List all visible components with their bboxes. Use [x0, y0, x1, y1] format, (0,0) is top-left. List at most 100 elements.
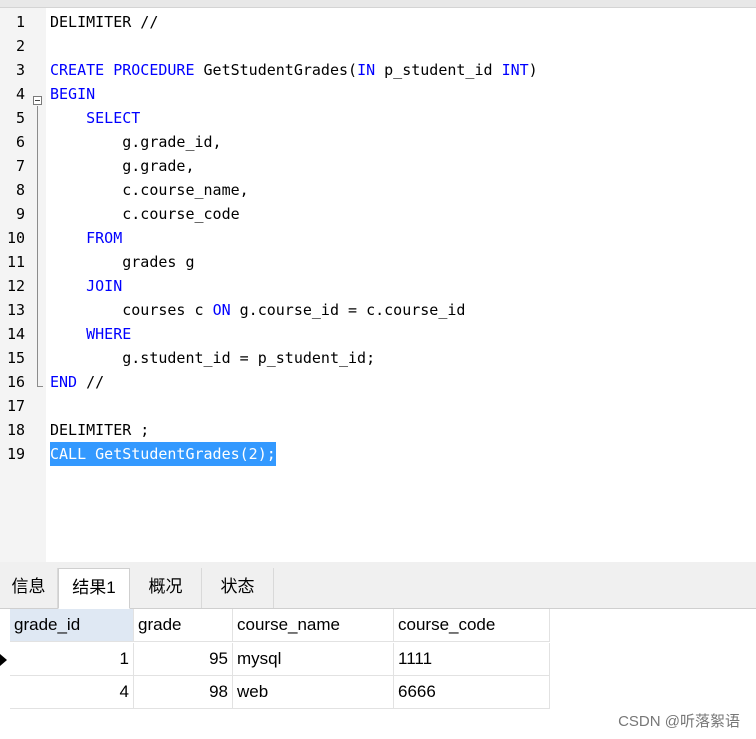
tab-profile[interactable]: 概况 — [130, 568, 202, 608]
code-line[interactable]: 5 SELECT — [0, 106, 756, 130]
line-number: 3 — [15, 61, 25, 79]
code-line[interactable]: 3 CREATE PROCEDURE GetStudentGrades(IN p_… — [0, 58, 756, 82]
editor-top-strip — [0, 0, 756, 8]
column-header-course-name[interactable]: course_name — [233, 609, 394, 642]
selected-code-text[interactable]: CALL GetStudentGrades(2); — [50, 442, 276, 466]
tab-status[interactable]: 状态 — [202, 568, 274, 608]
line-number: 6 — [15, 133, 25, 151]
code-line[interactable]: 15 g.student_id = p_student_id; — [0, 346, 756, 370]
line-number: 18 — [6, 421, 25, 439]
code-text[interactable]: courses c ON g.course_id = c.course_id — [50, 298, 465, 322]
cell-course-name[interactable]: web — [233, 676, 394, 709]
cell-grade[interactable]: 98 — [134, 676, 233, 709]
sql-keyword: JOIN — [86, 277, 123, 295]
code-text[interactable]: SELECT — [50, 106, 140, 130]
code-token: GetStudentGrades( — [194, 61, 358, 79]
sql-keyword: INT — [501, 61, 529, 79]
line-number: 13 — [6, 301, 25, 319]
code-text[interactable]: DELIMITER ; — [50, 418, 149, 442]
sql-editor[interactable]: 1 DELIMITER // 2 3 CREATE PROCEDURE GetStude… — [0, 8, 756, 562]
tab-result1[interactable]: 结果1 — [58, 568, 130, 609]
code-token: p_student_id — [375, 61, 502, 79]
line-number: 12 — [6, 277, 25, 295]
line-number: 2 — [15, 37, 25, 55]
fold-collapse-icon[interactable] — [33, 96, 42, 105]
sql-keyword: WHERE — [86, 325, 132, 343]
fold-guide-line — [37, 106, 38, 379]
line-number: 16 — [6, 373, 25, 391]
line-number: 9 — [15, 205, 25, 223]
row-pointer-icon — [0, 654, 7, 666]
code-token: courses c — [50, 301, 213, 319]
code-line[interactable]: 17 — [0, 394, 756, 418]
sql-keyword: FROM — [86, 229, 123, 247]
code-token: c.course_name, — [50, 181, 249, 199]
current-row-indicator — [0, 643, 10, 676]
row-indicator — [0, 676, 10, 709]
code-line[interactable]: 14 WHERE — [0, 322, 756, 346]
code-line[interactable]: 12 JOIN — [0, 274, 756, 298]
code-text[interactable]: BEGIN — [50, 82, 95, 106]
code-text[interactable]: grades g — [50, 250, 195, 274]
code-token: CALL GetStudentGrades(2); — [50, 445, 276, 463]
code-text[interactable]: g.grade, — [50, 154, 195, 178]
code-token: DELIMITER // — [50, 13, 159, 31]
column-header-grade[interactable]: grade — [134, 609, 233, 642]
tab-info[interactable]: 信息 — [0, 568, 58, 608]
fold-guide-end-tick — [37, 386, 43, 387]
sql-keyword: END — [50, 373, 78, 391]
code-line[interactable]: 11 grades g — [0, 250, 756, 274]
code-text[interactable]: DELIMITER // — [50, 10, 158, 34]
line-number: 10 — [6, 229, 25, 247]
line-number: 15 — [6, 349, 25, 367]
code-text[interactable]: g.student_id = p_student_id; — [50, 346, 375, 370]
sql-keyword: SELECT — [86, 109, 141, 127]
line-number: 5 — [15, 109, 25, 127]
cell-course-code[interactable]: 1111 — [394, 643, 550, 676]
code-text[interactable]: WHERE — [50, 322, 131, 346]
result-tabs: 信息 结果1 概况 状态 — [0, 562, 756, 609]
cell-course-code[interactable]: 6666 — [394, 676, 550, 709]
line-number: 17 — [6, 397, 25, 415]
line-number: 4 — [15, 85, 25, 103]
code-line[interactable]: 2 — [0, 34, 756, 58]
code-line[interactable]: 1 DELIMITER // — [0, 10, 756, 34]
code-token: g.grade, — [50, 157, 195, 175]
code-line[interactable]: 13 courses c ON g.course_id = c.course_i… — [0, 298, 756, 322]
code-text[interactable]: c.course_code — [50, 202, 240, 226]
code-token: g.grade_id, — [50, 133, 222, 151]
code-line[interactable]: 10 FROM — [0, 226, 756, 250]
code-line[interactable]: 9 c.course_code — [0, 202, 756, 226]
cell-course-name[interactable]: mysql — [233, 643, 394, 676]
code-text[interactable]: JOIN — [50, 274, 122, 298]
cell-grade-id[interactable]: 1 — [10, 643, 134, 676]
code-text[interactable]: CREATE PROCEDURE GetStudentGrades(IN p_s… — [50, 58, 538, 82]
code-text[interactable]: FROM — [50, 226, 122, 250]
code-token: c.course_code — [50, 205, 240, 223]
cell-grade[interactable]: 95 — [134, 643, 233, 676]
cell-grade-id[interactable]: 4 — [10, 676, 134, 709]
code-text[interactable]: g.grade_id, — [50, 130, 222, 154]
code-token: grades g — [50, 253, 195, 271]
line-number: 11 — [6, 253, 25, 271]
code-line[interactable]: 18 DELIMITER ; — [0, 418, 756, 442]
watermark: CSDN @听落絮语 — [618, 713, 740, 730]
code-text[interactable]: END // — [50, 370, 104, 394]
code-line[interactable]: 7 g.grade, — [0, 154, 756, 178]
code-line[interactable]: 19 CALL GetStudentGrades(2); — [0, 442, 756, 466]
line-number: 14 — [6, 325, 25, 343]
code-line[interactable]: 8 c.course_name, — [0, 178, 756, 202]
column-header-grade-id[interactable]: grade_id — [10, 609, 134, 642]
code-text[interactable]: c.course_name, — [50, 178, 249, 202]
code-line[interactable]: 4 BEGIN — [0, 82, 756, 106]
code-line[interactable]: 6 g.grade_id, — [0, 130, 756, 154]
code-token: g.student_id = p_student_id; — [50, 349, 376, 367]
line-number: 8 — [15, 181, 25, 199]
line-number: 1 — [15, 13, 25, 31]
code-line[interactable]: 16 END // — [0, 370, 756, 394]
column-header-course-code[interactable]: course_code — [394, 609, 550, 642]
code-token: // — [77, 373, 105, 391]
sql-keyword: ON — [212, 301, 231, 319]
